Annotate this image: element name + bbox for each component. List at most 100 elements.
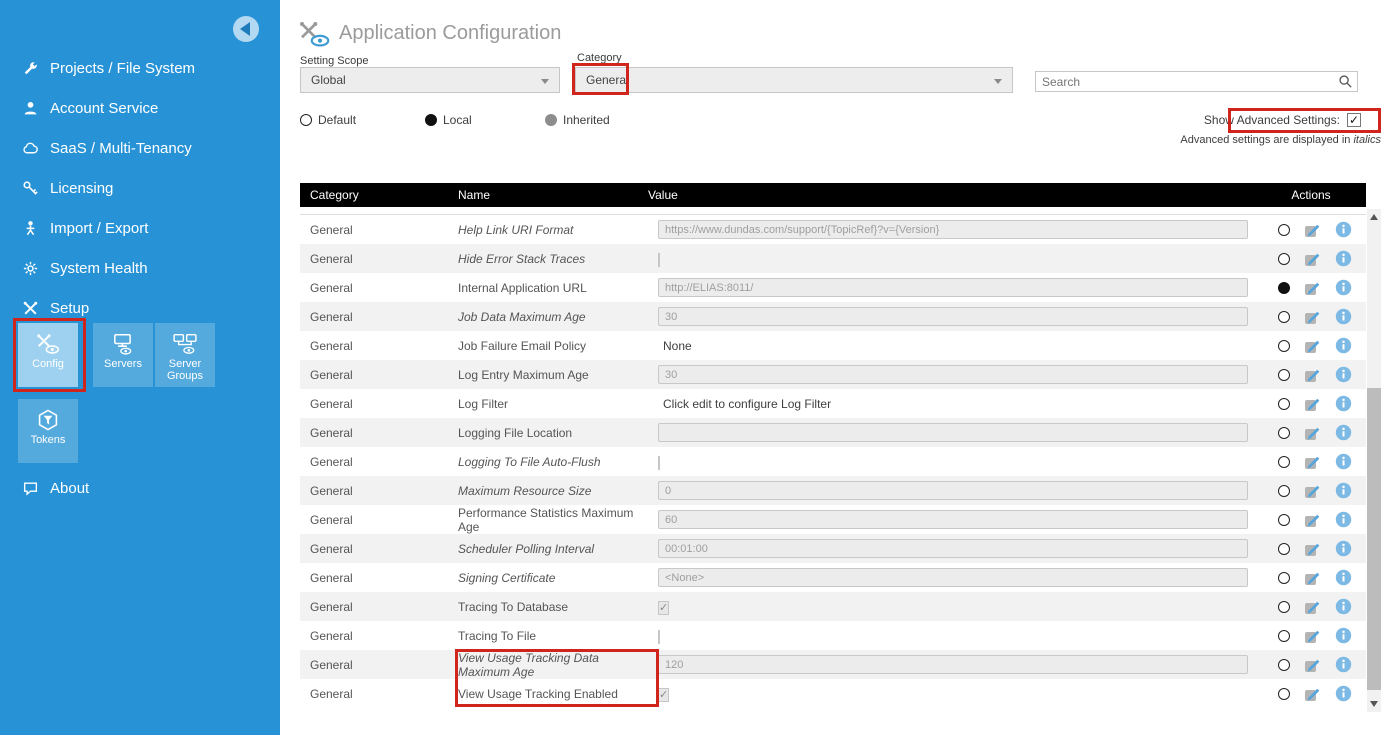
table-row: GeneralTracing To File [300, 621, 1366, 650]
edit-icon[interactable] [1304, 250, 1321, 267]
edit-icon[interactable] [1304, 511, 1321, 528]
tokens-icon [36, 409, 60, 431]
edit-icon[interactable] [1304, 598, 1321, 615]
info-icon[interactable] [1335, 366, 1352, 383]
edit-icon[interactable] [1304, 308, 1321, 325]
setting-scope-dropdown[interactable]: Global [300, 67, 560, 93]
edit-icon[interactable] [1304, 424, 1321, 441]
row-value-checkbox-checked[interactable]: ✓ [658, 601, 669, 615]
sidebar-item-projects-file-system[interactable]: Projects / File System [0, 48, 280, 88]
row-value-input[interactable] [658, 655, 1248, 674]
search-input[interactable] [1042, 72, 1332, 91]
info-icon[interactable] [1335, 656, 1352, 673]
row-value-cell [638, 510, 1266, 529]
edit-icon[interactable] [1304, 221, 1321, 238]
info-icon[interactable] [1335, 511, 1352, 528]
row-value-input[interactable] [658, 365, 1248, 384]
row-scope-radio[interactable] [1278, 282, 1290, 294]
sidebar-item-setup[interactable]: Setup [0, 288, 280, 328]
info-icon[interactable] [1335, 250, 1352, 267]
row-scope-radio[interactable] [1278, 456, 1290, 468]
edit-icon[interactable] [1304, 337, 1321, 354]
info-icon[interactable] [1335, 627, 1352, 644]
info-icon[interactable] [1335, 424, 1352, 441]
info-icon[interactable] [1335, 685, 1352, 702]
scroll-up-arrow-icon[interactable] [1370, 214, 1378, 220]
info-icon[interactable] [1335, 598, 1352, 615]
row-value-checkbox[interactable] [658, 630, 660, 644]
sidebar-collapse-button[interactable] [233, 16, 259, 42]
row-scope-radio[interactable] [1278, 485, 1290, 497]
scrollbar-thumb[interactable] [1367, 388, 1381, 690]
row-value-input[interactable] [658, 481, 1248, 500]
row-scope-radio[interactable] [1278, 601, 1290, 613]
row-value-checkbox[interactable] [658, 456, 660, 470]
info-icon[interactable] [1335, 453, 1352, 470]
row-actions [1266, 279, 1356, 296]
tile-tokens[interactable]: Tokens [18, 399, 78, 463]
row-scope-radio[interactable] [1278, 572, 1290, 584]
sidebar-item-account-service[interactable]: Account Service [0, 88, 280, 128]
category-dropdown[interactable]: General [575, 67, 1013, 93]
row-scope-radio[interactable] [1278, 369, 1290, 381]
row-scope-radio[interactable] [1278, 340, 1290, 352]
tile-config[interactable]: Config [18, 323, 78, 387]
edit-icon[interactable] [1304, 540, 1321, 557]
scroll-down-arrow-icon[interactable] [1370, 701, 1378, 707]
row-scope-radio[interactable] [1278, 514, 1290, 526]
row-scope-radio[interactable] [1278, 311, 1290, 323]
edit-icon[interactable] [1304, 685, 1321, 702]
edit-icon[interactable] [1304, 395, 1321, 412]
row-scope-radio[interactable] [1278, 224, 1290, 236]
info-icon[interactable] [1335, 308, 1352, 325]
row-setting-name: Performance Statistics Maximum Age [448, 506, 638, 534]
info-icon[interactable] [1335, 569, 1352, 586]
table-row: GeneralView Usage Tracking Enabled✓ [300, 679, 1366, 708]
sidebar-item-import-export[interactable]: Import / Export [0, 208, 280, 248]
tile-servers[interactable]: Servers [93, 323, 153, 387]
row-scope-radio[interactable] [1278, 659, 1290, 671]
info-icon[interactable] [1335, 482, 1352, 499]
row-scope-radio[interactable] [1278, 630, 1290, 642]
row-scope-radio[interactable] [1278, 253, 1290, 265]
row-value-input[interactable] [658, 510, 1248, 529]
row-scope-radio[interactable] [1278, 427, 1290, 439]
edit-icon[interactable] [1304, 279, 1321, 296]
row-scope-radio[interactable] [1278, 688, 1290, 700]
info-icon[interactable] [1335, 337, 1352, 354]
search-icon[interactable] [1338, 74, 1353, 89]
edit-icon[interactable] [1304, 482, 1321, 499]
row-value-input[interactable] [658, 539, 1248, 558]
row-value-input[interactable] [658, 278, 1248, 297]
sidebar-item-licensing[interactable]: Licensing [0, 168, 280, 208]
column-header-category: Category [300, 188, 448, 202]
row-value-input[interactable] [658, 220, 1248, 239]
row-category: General [300, 223, 448, 237]
edit-icon[interactable] [1304, 453, 1321, 470]
row-value-checkbox-checked[interactable]: ✓ [658, 688, 669, 702]
tile-server-groups[interactable]: Server Groups [155, 323, 215, 387]
show-advanced-checkbox[interactable]: ✓ [1347, 113, 1361, 127]
row-value-input[interactable] [658, 307, 1248, 326]
info-icon[interactable] [1335, 540, 1352, 557]
table-row: GeneralLog FilterClick edit to configure… [300, 389, 1366, 418]
sidebar-item-about[interactable]: About [0, 468, 280, 508]
row-value-input[interactable] [658, 568, 1248, 587]
info-icon[interactable] [1335, 279, 1352, 296]
row-value-cell: ✓ [638, 600, 1266, 614]
edit-icon[interactable] [1304, 656, 1321, 673]
info-icon[interactable] [1335, 395, 1352, 412]
row-scope-radio[interactable] [1278, 543, 1290, 555]
row-actions [1266, 482, 1356, 499]
row-scope-radio[interactable] [1278, 398, 1290, 410]
edit-icon[interactable] [1304, 569, 1321, 586]
row-value-input[interactable] [658, 423, 1248, 442]
row-value-checkbox[interactable] [658, 253, 660, 267]
edit-icon[interactable] [1304, 366, 1321, 383]
sidebar-item-saas-multi-tenancy[interactable]: SaaS / Multi-Tenancy [0, 128, 280, 168]
edit-icon[interactable] [1304, 627, 1321, 644]
info-icon[interactable] [1335, 221, 1352, 238]
sidebar-item-system-health[interactable]: System Health [0, 248, 280, 288]
row-actions [1266, 424, 1356, 441]
row-value-cell [638, 278, 1266, 297]
